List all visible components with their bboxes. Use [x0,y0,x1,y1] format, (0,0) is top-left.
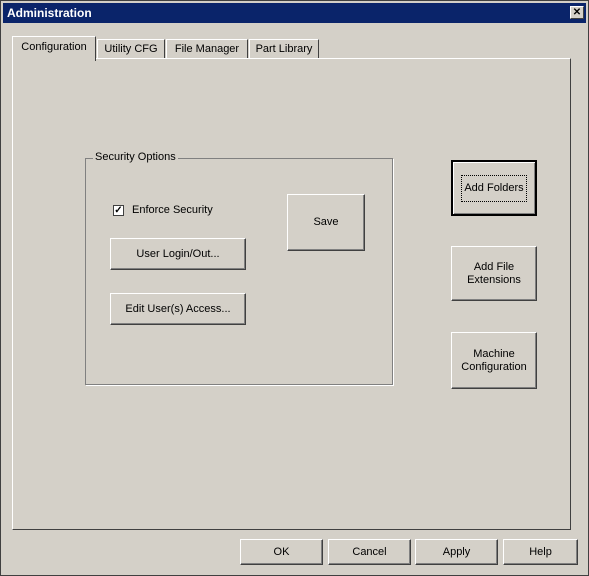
enforce-security-label[interactable]: Enforce Security [132,204,213,216]
add-folders-button[interactable]: Add Folders [451,160,537,216]
tab-part-library[interactable]: Part Library [249,39,319,59]
user-login-button[interactable]: User Login/Out... [110,238,246,270]
edit-user-access-button[interactable]: Edit User(s) Access... [110,293,246,325]
add-folders-label: Add Folders [461,174,527,202]
administration-window: Administration ✕ Configuration Utility C… [0,0,589,576]
cancel-label: Cancel [352,545,387,558]
save-button[interactable]: Save [287,194,365,251]
close-icon: ✕ [572,7,582,18]
tab-utility-cfg[interactable]: Utility CFG [97,39,165,59]
security-options-label: Security Options [93,151,178,163]
user-login-label: User Login/Out... [136,247,220,260]
help-label: Help [529,545,552,558]
machine-configuration-button[interactable]: Machine Configuration [451,332,537,389]
check-icon: ✓ [114,205,123,216]
save-label: Save [313,216,339,228]
apply-button[interactable]: Apply [415,539,498,565]
cancel-button[interactable]: Cancel [328,539,411,565]
add-file-extensions-button[interactable]: Add File Extensions [451,246,537,301]
enforce-security-checkbox[interactable]: ✓ [113,205,124,216]
security-options-group [85,158,393,385]
title-bar[interactable]: Administration ✕ [3,3,586,23]
edit-user-access-label: Edit User(s) Access... [125,302,231,315]
add-file-extensions-label: Add File Extensions [467,260,521,286]
ok-button[interactable]: OK [240,539,323,565]
ok-label: OK [273,545,290,558]
window-title: Administration [7,6,92,20]
tab-configuration[interactable]: Configuration [12,36,96,61]
close-button[interactable]: ✕ [570,6,584,19]
help-button[interactable]: Help [503,539,578,565]
apply-label: Apply [442,545,471,558]
tab-file-manager[interactable]: File Manager [166,39,248,59]
machine-configuration-label: Machine Configuration [461,347,527,373]
